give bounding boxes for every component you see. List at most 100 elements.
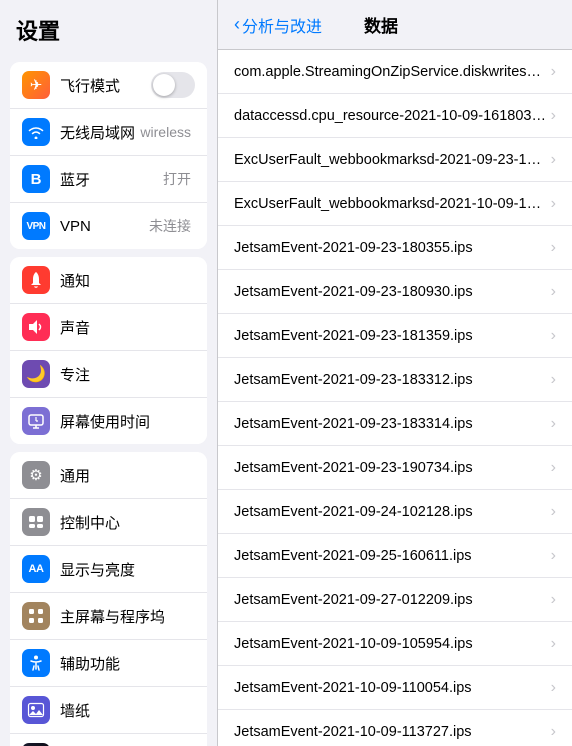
file-name: ExcUserFault_webbookmarksd-2021-09-23-18… bbox=[234, 152, 547, 168]
sidebar-item-focus[interactable]: 🌙 专注 bbox=[10, 351, 207, 398]
wallpaper-icon bbox=[22, 696, 50, 724]
file-list-item[interactable]: dataccessd.cpu_resource-2021-10-09-16180… bbox=[218, 94, 572, 138]
file-name: JetsamEvent-2021-09-23-180930.ips bbox=[234, 284, 547, 300]
chevron-right-icon: › bbox=[551, 723, 556, 741]
display-icon: AA bbox=[22, 555, 50, 583]
sidebar-item-screentime[interactable]: 屏幕使用时间 bbox=[10, 398, 207, 444]
vpn-icon: VPN bbox=[22, 212, 50, 240]
file-list: com.apple.StreamingOnZipService.diskwrit… bbox=[218, 50, 572, 746]
sidebar-item-general[interactable]: ⚙ 通用 bbox=[10, 452, 207, 499]
file-list-item[interactable]: JetsamEvent-2021-10-09-110054.ips› bbox=[218, 666, 572, 710]
file-list-item[interactable]: JetsamEvent-2021-09-23-181359.ips› bbox=[218, 314, 572, 358]
sidebar-item-homescreen[interactable]: 主屏幕与程序坞 bbox=[10, 593, 207, 640]
chevron-right-icon: › bbox=[551, 459, 556, 477]
sidebar-item-vpn[interactable]: VPN VPN 未连接 bbox=[10, 203, 207, 249]
bluetooth-label: 蓝牙 bbox=[60, 169, 163, 190]
file-list-item[interactable]: JetsamEvent-2021-09-27-012209.ips› bbox=[218, 578, 572, 622]
sidebar-item-notification[interactable]: 通知 bbox=[10, 257, 207, 304]
sidebar-item-display[interactable]: AA 显示与亮度 bbox=[10, 546, 207, 593]
file-name: JetsamEvent-2021-10-09-110054.ips bbox=[234, 680, 547, 696]
chevron-right-icon: › bbox=[551, 371, 556, 389]
right-header: ‹ 分析与改进 数据 bbox=[218, 0, 572, 50]
control-icon bbox=[22, 508, 50, 536]
right-panel: ‹ 分析与改进 数据 com.apple.StreamingOnZipServi… bbox=[218, 0, 572, 746]
focus-icon: 🌙 bbox=[22, 360, 50, 388]
file-name: ExcUserFault_webbookmarksd-2021-10-09-16… bbox=[234, 196, 547, 212]
sidebar-item-wifi[interactable]: 无线局域网 wireless bbox=[10, 109, 207, 156]
file-list-item[interactable]: JetsamEvent-2021-10-09-105954.ips› bbox=[218, 622, 572, 666]
sidebar-item-siri[interactable]: Siri与搜索 bbox=[10, 734, 207, 746]
file-list-item[interactable]: ExcUserFault_webbookmarksd-2021-10-09-16… bbox=[218, 182, 572, 226]
focus-label: 专注 bbox=[60, 364, 195, 385]
file-list-item[interactable]: ExcUserFault_webbookmarksd-2021-09-23-18… bbox=[218, 138, 572, 182]
chevron-right-icon: › bbox=[551, 415, 556, 433]
sidebar-section-3: ⚙ 通用 控制中心 AA 显示与亮度 bbox=[10, 452, 207, 746]
chevron-right-icon: › bbox=[551, 239, 556, 257]
file-name: JetsamEvent-2021-09-23-180355.ips bbox=[234, 240, 547, 256]
sidebar-item-airplane[interactable]: ✈ 飞行模式 bbox=[10, 62, 207, 109]
file-name: JetsamEvent-2021-09-25-160611.ips bbox=[234, 548, 547, 564]
accessibility-label: 辅助功能 bbox=[60, 653, 195, 674]
file-list-item[interactable]: com.apple.StreamingOnZipService.diskwrit… bbox=[218, 50, 572, 94]
file-name: com.apple.StreamingOnZipService.diskwrit… bbox=[234, 64, 547, 80]
chevron-right-icon: › bbox=[551, 107, 556, 125]
file-list-item[interactable]: JetsamEvent-2021-09-24-102128.ips› bbox=[218, 490, 572, 534]
notification-label: 通知 bbox=[60, 270, 195, 291]
file-list-item[interactable]: JetsamEvent-2021-09-23-183314.ips› bbox=[218, 402, 572, 446]
file-name: JetsamEvent-2021-09-23-181359.ips bbox=[234, 328, 547, 344]
file-list-item[interactable]: JetsamEvent-2021-10-09-113727.ips› bbox=[218, 710, 572, 746]
wifi-value: wireless bbox=[140, 124, 191, 140]
sidebar-title: 设置 bbox=[0, 0, 217, 54]
file-list-item[interactable]: JetsamEvent-2021-09-23-180930.ips› bbox=[218, 270, 572, 314]
chevron-right-icon: › bbox=[551, 635, 556, 653]
file-name: JetsamEvent-2021-09-27-012209.ips bbox=[234, 592, 547, 608]
general-icon: ⚙ bbox=[22, 461, 50, 489]
sound-icon bbox=[22, 313, 50, 341]
sidebar-item-accessibility[interactable]: 辅助功能 bbox=[10, 640, 207, 687]
sidebar-item-bluetooth[interactable]: B 蓝牙 打开 bbox=[10, 156, 207, 203]
screentime-label: 屏幕使用时间 bbox=[60, 411, 195, 432]
wifi-icon bbox=[22, 118, 50, 146]
sidebar-item-sound[interactable]: 声音 bbox=[10, 304, 207, 351]
accessibility-icon bbox=[22, 649, 50, 677]
sidebar-item-control[interactable]: 控制中心 bbox=[10, 499, 207, 546]
sidebar-section-1: ✈ 飞行模式 无线局域网 wireless B 蓝牙 打开 VPN VPN 未连… bbox=[10, 62, 207, 249]
sound-label: 声音 bbox=[60, 317, 195, 338]
file-list-item[interactable]: JetsamEvent-2021-09-25-160611.ips› bbox=[218, 534, 572, 578]
bluetooth-icon: B bbox=[22, 165, 50, 193]
vpn-label: VPN bbox=[60, 218, 149, 235]
homescreen-label: 主屏幕与程序坞 bbox=[60, 606, 195, 627]
chevron-right-icon: › bbox=[551, 591, 556, 609]
file-list-item[interactable]: JetsamEvent-2021-09-23-180355.ips› bbox=[218, 226, 572, 270]
chevron-right-icon: › bbox=[551, 283, 556, 301]
file-list-item[interactable]: JetsamEvent-2021-09-23-183312.ips› bbox=[218, 358, 572, 402]
sidebar: 设置 ✈ 飞行模式 无线局域网 wireless B 蓝牙 打开 VPN bbox=[0, 0, 218, 746]
file-name: dataccessd.cpu_resource-2021-10-09-16180… bbox=[234, 108, 547, 124]
file-name: JetsamEvent-2021-10-09-105954.ips bbox=[234, 636, 547, 652]
airplane-label: 飞行模式 bbox=[60, 75, 151, 96]
chevron-right-icon: › bbox=[551, 327, 556, 345]
notification-icon bbox=[22, 266, 50, 294]
file-name: JetsamEvent-2021-10-09-113727.ips bbox=[234, 724, 547, 740]
chevron-right-icon: › bbox=[551, 547, 556, 565]
file-list-item[interactable]: JetsamEvent-2021-09-23-190734.ips› bbox=[218, 446, 572, 490]
sidebar-section-2: 通知 声音 🌙 专注 bbox=[10, 257, 207, 444]
homescreen-icon bbox=[22, 602, 50, 630]
file-name: JetsamEvent-2021-09-23-183312.ips bbox=[234, 372, 547, 388]
sidebar-item-wallpaper[interactable]: 墙纸 bbox=[10, 687, 207, 734]
screentime-icon bbox=[22, 407, 50, 435]
general-label: 通用 bbox=[60, 465, 195, 486]
control-label: 控制中心 bbox=[60, 512, 195, 533]
chevron-right-icon: › bbox=[551, 679, 556, 697]
airplane-toggle[interactable] bbox=[151, 72, 195, 98]
airplane-icon: ✈ bbox=[22, 71, 50, 99]
chevron-right-icon: › bbox=[551, 195, 556, 213]
chevron-right-icon: › bbox=[551, 503, 556, 521]
vpn-value: 未连接 bbox=[149, 216, 191, 236]
file-name: JetsamEvent-2021-09-23-183314.ips bbox=[234, 416, 547, 432]
file-name: JetsamEvent-2021-09-23-190734.ips bbox=[234, 460, 547, 476]
back-chevron-icon: ‹ bbox=[234, 14, 240, 35]
chevron-right-icon: › bbox=[551, 151, 556, 169]
wifi-label: 无线局域网 bbox=[60, 122, 140, 143]
bluetooth-value: 打开 bbox=[163, 169, 191, 189]
